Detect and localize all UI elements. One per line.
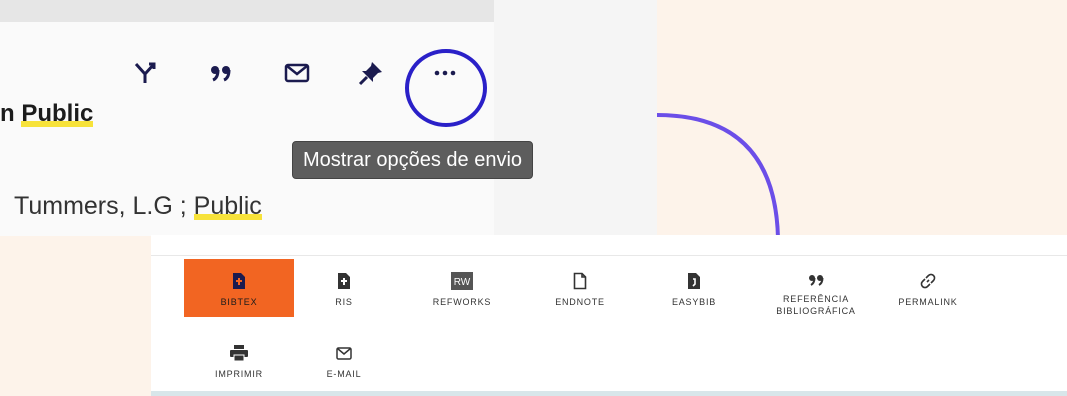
action-label: E-MAIL [326,369,362,379]
action-label: PERMALINK [898,297,958,307]
quote-icon[interactable] [206,58,236,88]
action-label: RIS [335,297,353,307]
quote-icon [808,271,824,288]
author-prefix: Tummers, L.G ; [14,192,194,220]
record-title-fragment[interactable]: n Public [0,100,94,128]
fork-icon[interactable] [130,58,160,88]
action-endnote[interactable]: ENDNOTE [525,259,635,317]
action-imprimir[interactable]: IMPRIMIR [184,331,294,389]
highlight-circle [405,49,487,127]
envelope-icon[interactable] [282,58,312,88]
action-refworks[interactable]: RW REFWORKS [407,259,517,317]
top-bar [0,0,494,22]
refworks-icon: RW [451,271,473,291]
action-ris[interactable]: RIS [289,259,399,317]
action-label: BIBTEX [220,297,258,307]
action-label: IMPRIMIR [215,369,263,379]
side-area [494,0,657,236]
panel-top-divider [151,255,1067,256]
action-referencia-bibliografica[interactable]: REFERÊNCIA BIBLIOGRÁFICA [761,259,871,317]
endnote-file-icon [573,271,587,291]
action-label: REFWORKS [432,297,492,307]
action-bibtex[interactable]: BIBTEX [184,259,294,317]
top-screenshot-panel: n Public Tummers, L.G ; Public Mostrar o… [0,0,657,236]
action-permalink[interactable]: PERMALINK [873,259,983,317]
record-authors: Tummers, L.G ; Public [14,192,262,221]
pin-icon[interactable] [356,58,386,88]
envelope-icon [336,343,352,363]
action-easybib[interactable]: EASYBIB [639,259,749,317]
refworks-icon-text: RW [454,277,471,288]
title-prefix: n [0,100,22,127]
panel-bottom-divider [151,391,1067,396]
action-label: REFERÊNCIA BIBLIOGRÁFICA [776,294,856,316]
action-label: EASYBIB [671,297,717,307]
bibtex-file-icon [232,271,246,291]
action-label: ENDNOTE [555,297,605,307]
send-options-panel: BIBTEX RIS RW REFWORKS ENDNOTE EASYBIB R… [151,235,1067,396]
title-highlight: Public [21,100,94,127]
link-icon [919,271,937,291]
printer-icon [230,343,248,363]
tooltip: Mostrar opções de envio [292,141,534,179]
action-email[interactable]: E-MAIL [289,331,399,389]
author-highlight: Public [193,192,262,220]
ris-file-icon [337,271,351,291]
easybib-file-icon [687,271,701,291]
